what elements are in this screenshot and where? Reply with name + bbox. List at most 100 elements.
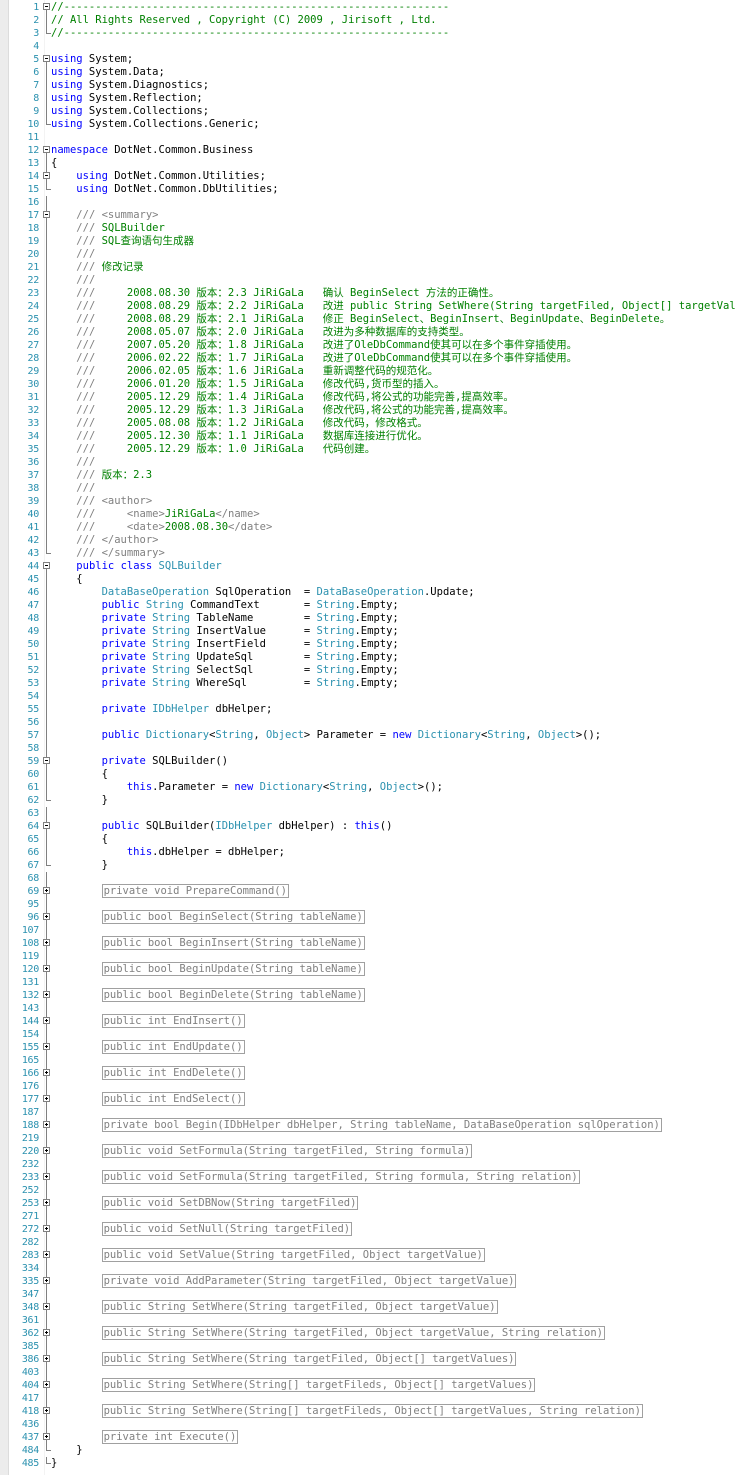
code-line[interactable]: 13 { [0,157,736,170]
code-line[interactable]: 220 public void SetFormula(String target… [0,1144,736,1158]
code-text[interactable]: /// <name>JiRiGaLa</name> [51,508,259,521]
code-text[interactable]: public void SetNull(String targetFiled) [51,1222,353,1236]
code-line[interactable]: 54 [0,690,736,703]
code-text[interactable]: public bool BeginSelect(String tableName… [51,910,365,924]
code-line[interactable]: 120 public bool BeginUpdate(String table… [0,962,736,976]
code-text[interactable]: private bool Begin(IDbHelper dbHelper, S… [51,1118,662,1132]
code-line[interactable]: 23 /// 2008.08.30 版本：2.3 JiRiGaLa 确认 Beg… [0,287,736,300]
code-line[interactable]: 35 /// 2005.12.29 版本：1.0 JiRiGaLa 代码创建。 [0,443,736,456]
code-line[interactable]: 96 public bool BeginSelect(String tableN… [0,910,736,924]
code-line[interactable]: 166 public int EndDelete() [0,1066,736,1080]
code-line[interactable]: 418 public String SetWhere(String[] targ… [0,1404,736,1418]
code-line[interactable]: 61 this.Parameter = new Dictionary<Strin… [0,781,736,794]
code-line[interactable]: 24 /// 2008.08.29 版本：2.2 JiRiGaLa 改进 pub… [0,300,736,313]
code-text[interactable]: /// SQL查询语句生成器 [51,235,194,248]
collapsed-region[interactable]: public String SetWhere(String targetFile… [101,1352,517,1366]
code-line[interactable]: 48 private String TableName = String.Emp… [0,612,736,625]
code-line[interactable]: 58 [0,742,736,755]
code-text[interactable]: /// 2005.12.29 版本：1.0 JiRiGaLa 代码创建。 [51,443,375,456]
code-text[interactable]: using System.Diagnostics; [51,79,209,92]
code-line[interactable]: 50 private String InsertField = String.E… [0,638,736,651]
collapsed-region[interactable]: public int EndDelete() [101,1066,245,1080]
collapsed-region[interactable]: public bool BeginUpdate(String tableName… [101,962,365,976]
code-line[interactable]: 25 /// 2008.08.29 版本：2.1 JiRiGaLa 修正 Beg… [0,313,736,326]
code-line[interactable]: 144 public int EndInsert() [0,1014,736,1028]
code-text[interactable]: private void AddParameter(String targetF… [51,1274,517,1288]
code-line[interactable]: 67 } [0,859,736,872]
code-text[interactable]: this.Parameter = new Dictionary<String, … [51,781,443,794]
code-text[interactable]: public int EndUpdate() [51,1040,245,1054]
code-line[interactable]: 64 public SQLBuilder(IDbHelper dbHelper)… [0,820,736,833]
code-text[interactable]: { [51,157,57,170]
code-text[interactable]: public String SetWhere(String[] targetFi… [51,1404,643,1418]
collapsed-region[interactable]: public int EndInsert() [101,1014,245,1028]
code-text[interactable]: /// 2008.08.29 版本：2.2 JiRiGaLa 改进 public… [51,300,736,313]
collapsed-region[interactable]: public bool BeginDelete(String tableName… [101,988,365,1002]
code-line[interactable]: 132 public bool BeginDelete(String table… [0,988,736,1002]
code-text[interactable]: using System.Reflection; [51,92,203,105]
code-text[interactable]: /// 2006.01.20 版本：1.5 JiRiGaLa 修改代码,货币型的… [51,378,444,391]
code-line[interactable]: 47 public String CommandText = String.Em… [0,599,736,612]
code-line[interactable]: 19 /// SQL查询语句生成器 [0,235,736,248]
code-text[interactable]: /// 2005.12.29 版本：1.3 JiRiGaLa 修改代码,将公式的… [51,404,514,417]
code-text[interactable]: public int EndSelect() [51,1092,245,1106]
code-text[interactable]: /// </author> [51,534,158,547]
code-text[interactable]: private String WhereSql = String.Empty; [51,677,399,690]
code-line[interactable]: 437 private int Execute() [0,1430,736,1444]
code-line[interactable]: 335 private void AddParameter(String tar… [0,1274,736,1288]
collapsed-region[interactable]: public void SetFormula(String targetFile… [101,1144,473,1158]
code-text[interactable]: } [51,794,108,807]
code-line[interactable]: 10 using System.Collections.Generic; [0,118,736,131]
code-line[interactable]: 40 /// <name>JiRiGaLa</name> [0,508,736,521]
code-line[interactable]: 43 /// </summary> [0,547,736,560]
collapsed-region[interactable]: public void SetValue(String targetFiled,… [101,1248,485,1262]
code-line[interactable]: 404 public String SetWhere(String[] targ… [0,1378,736,1392]
code-text[interactable]: this.dbHelper = dbHelper; [51,846,285,859]
code-text[interactable]: using System; [51,53,133,66]
code-text[interactable]: /// <author> [51,495,152,508]
code-line[interactable]: 485} [0,1457,736,1470]
code-line[interactable]: 14 using DotNet.Common.Utilities; [0,170,736,183]
code-line[interactable]: 16 [0,196,736,209]
code-text[interactable]: private String UpdateSql = String.Empty; [51,651,399,664]
code-text[interactable]: /// 2006.02.05 版本：1.6 JiRiGaLa 重新调整代码的规范… [51,365,438,378]
code-text[interactable]: } [51,1444,82,1457]
code-text[interactable]: public String SetWhere(String targetFile… [51,1326,605,1340]
code-line[interactable]: 1 //-------------------------------------… [0,1,736,14]
code-line[interactable]: 60 { [0,768,736,781]
code-text[interactable]: private int Execute() [51,1430,239,1444]
collapsed-region[interactable]: public void SetFormula(String targetFile… [101,1170,580,1184]
code-text[interactable]: //--------------------------------------… [51,1,449,14]
collapsed-region[interactable]: private void AddParameter(String targetF… [101,1274,517,1288]
code-text[interactable]: /// 2005.12.30 版本：1.1 JiRiGaLa 数据库连接进行优化… [51,430,427,443]
code-text[interactable]: /// 2006.02.22 版本：1.7 JiRiGaLa 改进了OleDbC… [51,352,577,365]
code-text[interactable]: using System.Collections; [51,105,209,118]
code-text[interactable]: DataBaseOperation SqlOperation = DataBas… [51,586,475,599]
code-line[interactable]: 27 /// 2007.05.20 版本：1.8 JiRiGaLa 改进了Ole… [0,339,736,352]
collapsed-region[interactable]: public String SetWhere(String targetFile… [101,1300,498,1314]
code-text[interactable]: public void SetValue(String targetFiled,… [51,1248,485,1262]
code-line[interactable]: 41 /// <date>2008.08.30</date> [0,521,736,534]
code-text[interactable]: /// <date>2008.08.30</date> [51,521,272,534]
code-text[interactable]: public void SetFormula(String targetFile… [51,1144,473,1158]
code-line[interactable]: 56 [0,716,736,729]
code-text[interactable]: private SQLBuilder() [51,755,228,768]
code-line[interactable]: 38 /// [0,482,736,495]
code-text[interactable]: public String SetWhere(String[] targetFi… [51,1378,536,1392]
code-line[interactable]: 66 this.dbHelper = dbHelper; [0,846,736,859]
code-line[interactable]: 8 using System.Reflection; [0,92,736,105]
code-text[interactable]: public void SetDBNow(String targetFiled) [51,1196,359,1210]
code-line[interactable]: 37 /// 版本：2.3 [0,469,736,482]
code-line[interactable]: 20 /// [0,248,736,261]
code-line[interactable]: 31 /// 2005.12.29 版本：1.4 JiRiGaLa 修改代码,将… [0,391,736,404]
code-text[interactable]: public String CommandText = String.Empty… [51,599,399,612]
code-line[interactable]: 3 //-------------------------------------… [0,27,736,40]
code-text[interactable]: { [51,833,108,846]
code-text[interactable]: { [51,768,108,781]
code-editor[interactable]: 1 //-------------------------------------… [0,0,736,1475]
code-text[interactable]: namespace DotNet.Common.Business [51,144,253,157]
code-line[interactable]: 386 public String SetWhere(String target… [0,1352,736,1366]
collapsed-region[interactable]: private void PrepareCommand() [101,884,289,898]
code-text[interactable]: /// </summary> [51,547,165,560]
code-line[interactable]: 177 public int EndSelect() [0,1092,736,1106]
